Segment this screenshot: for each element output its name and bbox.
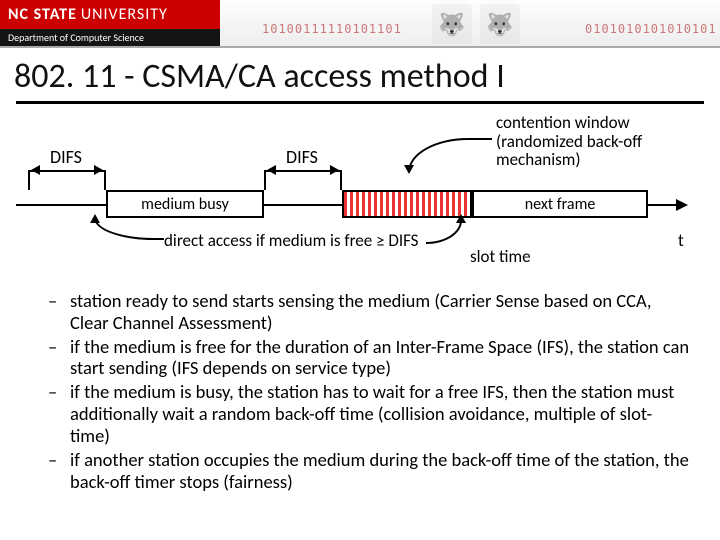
wolf-logo-icon: 🐺: [432, 4, 472, 44]
bullet-list: station ready to send starts sensing the…: [48, 290, 692, 492]
department-strip: Department of Computer Science: [0, 29, 220, 46]
next-frame-box: next frame: [472, 190, 648, 218]
difs-label-1: DIFS: [50, 146, 82, 168]
brand-thin: UNIVERSITY: [81, 5, 168, 24]
slot-time-label: slot time: [470, 246, 531, 267]
time-variable-label: t: [678, 230, 684, 251]
brand-brick: NC STATE UNIVERSITY: [0, 0, 220, 29]
slide-title: 802. 11 - CSMA/CA access method I: [0, 48, 720, 101]
list-item: if the medium is free for the duration o…: [48, 336, 692, 380]
direct-access-pointer: [94, 218, 164, 240]
contention-window-label: contention window (randomized back-off m…: [496, 114, 696, 170]
slot-time-pointer: [426, 218, 462, 244]
direct-access-label: direct access if medium is free ≥ DIFS: [164, 232, 418, 251]
difs-bracket-1: [28, 170, 106, 190]
list-item: station ready to send starts sensing the…: [48, 290, 692, 334]
title-rule: [16, 101, 704, 104]
binary-decor-left: 10100111110101101: [262, 22, 402, 36]
header-banner: NC STATE UNIVERSITY Department of Comput…: [0, 0, 720, 48]
list-item: if the medium is busy, the station has t…: [48, 381, 692, 446]
medium-busy-box: medium busy: [106, 190, 264, 218]
contention-window-pointer: [408, 138, 492, 172]
difs-bracket-2: [264, 170, 342, 190]
list-item: if another station occupies the medium d…: [48, 449, 692, 493]
wolf-logo-icon: 🐺: [480, 4, 520, 44]
timing-diagram: DIFS DIFS contention window (randomized …: [16, 114, 704, 284]
difs-label-2: DIFS: [286, 146, 318, 168]
binary-decor-right: 0101010101010101: [585, 22, 717, 36]
brand-bold: NC STATE: [8, 5, 77, 24]
contention-window-box: [342, 190, 472, 218]
